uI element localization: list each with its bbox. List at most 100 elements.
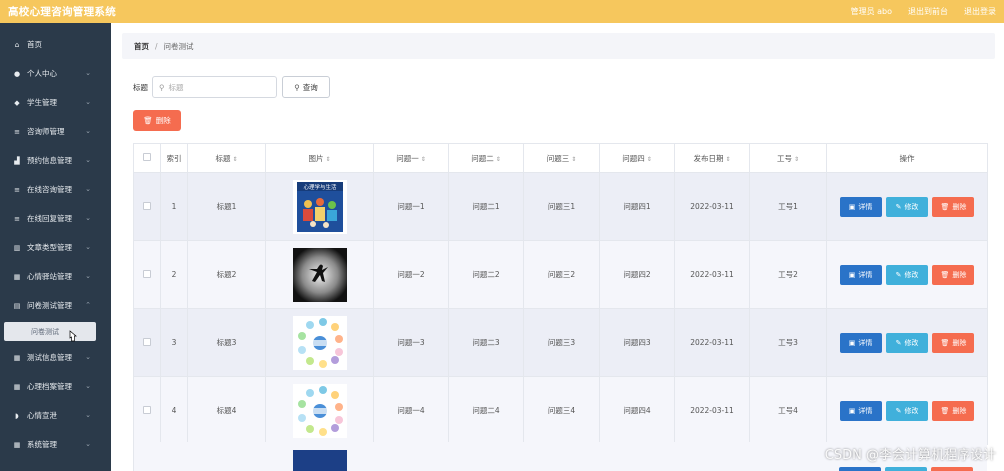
sidebar-item-counselors[interactable]: ≡ 咨询师管理 ⌄ bbox=[0, 117, 111, 146]
q3-cell: 问题三3 bbox=[523, 308, 600, 377]
grid-icon: ▦ bbox=[13, 272, 21, 281]
sidebar-item-questionnaire[interactable]: ▤ 问卷测试管理 ⌃ bbox=[0, 291, 111, 320]
emotion-icons-image[interactable] bbox=[292, 383, 347, 438]
search-input[interactable]: ⚲ 标题 bbox=[152, 76, 277, 98]
edit-button[interactable]: ✎ 修改 bbox=[886, 196, 928, 217]
column-header-image[interactable]: 图片 ⇕ bbox=[265, 143, 374, 173]
sort-icon[interactable]: ⇕ bbox=[421, 156, 426, 163]
delete-button[interactable]: 🗑 删除 bbox=[932, 264, 975, 285]
sidebar-item-personal[interactable]: ● 个人中心 ⌄ bbox=[0, 59, 111, 88]
top-bar: 高校心理咨询管理系统 管理员 abo 退出到前台 退出登录 bbox=[0, 0, 1004, 23]
q2-cell: 问题二1 bbox=[448, 172, 524, 241]
date-cell: 2022-03-11 bbox=[674, 308, 750, 377]
home-icon: ⌂ bbox=[14, 40, 20, 49]
batch-delete-button[interactable]: 🗑 删除 bbox=[133, 110, 181, 131]
column-header-q3[interactable]: 问题三 ⇕ bbox=[523, 143, 600, 173]
sort-icon[interactable]: ⇕ bbox=[496, 156, 501, 163]
query-button[interactable]: ⚲ 查询 bbox=[282, 76, 330, 98]
q2-cell: 问题二3 bbox=[448, 308, 524, 377]
breadcrumb-home[interactable]: 首页 bbox=[134, 41, 149, 52]
row-thumbnail-partial bbox=[293, 450, 347, 471]
detail-button-partial[interactable] bbox=[839, 467, 881, 471]
column-header-q1[interactable]: 问题一 ⇕ bbox=[373, 143, 449, 173]
delete-button[interactable]: 🗑 删除 bbox=[932, 400, 975, 421]
chevron-down-icon: ⌄ bbox=[85, 440, 91, 448]
detail-button[interactable]: ▣ 详情 bbox=[839, 264, 882, 285]
to-front-link[interactable]: 退出到前台 bbox=[908, 6, 948, 17]
chevron-down-icon: ⌄ bbox=[85, 98, 91, 106]
sidebar: ⌂ 首页 ● 个人中心 ⌄ ◆ 学生管理 ⌄ ≡ 咨询师管理 ⌄ ▟ 预约信息管… bbox=[0, 23, 111, 471]
q2-cell: 问题二4 bbox=[448, 376, 524, 445]
sidebar-item-label: 心情驿站管理 bbox=[27, 272, 72, 281]
column-header-q2[interactable]: 问题二 ⇕ bbox=[448, 143, 524, 173]
sidebar-item-online-consult[interactable]: ≡ 在线咨询管理 ⌄ bbox=[0, 175, 111, 204]
sidebar-item-label: 心情宣泄 bbox=[27, 411, 57, 420]
row-checkbox[interactable] bbox=[143, 337, 151, 346]
sidebar-subitem-questionnaire-test[interactable]: 问卷测试 bbox=[4, 322, 96, 342]
select-all-checkbox[interactable] bbox=[143, 153, 151, 161]
sidebar-item-online-reply[interactable]: ≡ 在线回复管理 ⌄ bbox=[0, 204, 111, 233]
detail-button[interactable]: ▣ 详情 bbox=[839, 196, 882, 217]
sort-icon[interactable]: ⇕ bbox=[325, 156, 330, 163]
column-header-title[interactable]: 标题 ⇕ bbox=[187, 143, 266, 173]
edit-button[interactable]: ✎ 修改 bbox=[886, 400, 928, 421]
row-checkbox[interactable] bbox=[143, 201, 151, 210]
book-cover-image[interactable]: 心理学与生活 bbox=[292, 179, 347, 234]
detail-button[interactable]: ▣ 详情 bbox=[839, 332, 882, 353]
sidebar-item-mood-station[interactable]: ▦ 心情驿站管理 ⌄ bbox=[0, 262, 111, 291]
delete-button[interactable]: 🗑 删除 bbox=[932, 196, 975, 217]
index-cell: 2 bbox=[160, 240, 188, 309]
delete-label: 删除 bbox=[952, 406, 967, 415]
q1-cell: 问题一4 bbox=[373, 376, 449, 445]
sort-icon[interactable]: ⇕ bbox=[794, 156, 799, 163]
table-header-row: 索引 标题 ⇕ 图片 ⇕ 问题一 ⇕ 问题二 ⇕ 问题三 ⇕ 问题四 ⇕ 发布日期 ⇕ 工号 ⇕… bbox=[133, 143, 988, 173]
index-cell: 1 bbox=[160, 172, 188, 241]
sidebar-item-home[interactable]: ⌂ 首页 bbox=[0, 30, 111, 59]
book-title-text: 心理学与生活 bbox=[303, 183, 337, 191]
q1-cell: 问题一2 bbox=[373, 240, 449, 309]
logout-link[interactable]: 退出登录 bbox=[964, 6, 996, 17]
user-icon: ● bbox=[13, 69, 21, 78]
app-title: 高校心理咨询管理系统 bbox=[8, 6, 116, 18]
dancer-silhouette-image[interactable] bbox=[292, 247, 347, 302]
row-checkbox[interactable] bbox=[143, 405, 151, 414]
column-header-date[interactable]: 发布日期 ⇕ bbox=[674, 143, 750, 173]
search-bar: 标题 ⚲ 标题 ⚲ 查询 bbox=[133, 76, 330, 98]
sidebar-item-psych-records[interactable]: ▦ 心理档案管理 ⌄ bbox=[0, 372, 111, 401]
trash-icon: 🗑 bbox=[940, 338, 950, 347]
detail-button[interactable]: ▣ 详情 bbox=[839, 400, 882, 421]
edit-label: 修改 bbox=[904, 202, 919, 211]
delete-button[interactable]: 🗑 删除 bbox=[932, 332, 975, 353]
sidebar-item-mood-vent[interactable]: ◗ 心情宣泄 ⌄ bbox=[0, 401, 111, 430]
column-header-work-no[interactable]: 工号 ⇕ bbox=[749, 143, 827, 173]
sort-icon[interactable]: ⇕ bbox=[647, 156, 652, 163]
main-content: 首页 / 问卷测试 标题 ⚲ 标题 ⚲ 查询 🗑 删除 索引 标题⇕ 图片⇕ bbox=[111, 23, 1004, 471]
edit-button[interactable]: ✎ 修改 bbox=[886, 264, 928, 285]
edit-button[interactable]: ✎ 修改 bbox=[886, 332, 928, 353]
sort-icon[interactable]: ⇕ bbox=[232, 156, 237, 163]
sort-icon[interactable]: ⇕ bbox=[725, 156, 730, 163]
column-header-q4[interactable]: 问题四 ⇕ bbox=[599, 143, 675, 173]
user-label: 管理员 abo bbox=[850, 7, 892, 16]
delete-button-partial[interactable] bbox=[931, 467, 973, 471]
list-icon: ≡ bbox=[14, 214, 20, 223]
sidebar-item-students[interactable]: ◆ 学生管理 ⌄ bbox=[0, 88, 111, 117]
sidebar-item-appointments[interactable]: ▟ 预约信息管理 ⌄ bbox=[0, 146, 111, 175]
breadcrumb-separator: / bbox=[155, 41, 158, 51]
detail-icon: ▣ bbox=[848, 406, 856, 415]
sort-icon[interactable]: ⇕ bbox=[571, 156, 576, 163]
edit-button-partial[interactable] bbox=[885, 467, 927, 471]
sidebar-item-test-info[interactable]: ▦ 测试信息管理 ⌄ bbox=[0, 343, 111, 372]
table-row: 1 标题1 心理学与生活 问题一1 问题二1 问题三1 问题四1 2022-03… bbox=[133, 172, 988, 241]
sidebar-item-system[interactable]: ▦ 系统管理 ⌄ bbox=[0, 430, 111, 459]
grid-icon: ▦ bbox=[13, 382, 21, 391]
row-checkbox[interactable] bbox=[143, 269, 151, 278]
search-icon: ⚲ bbox=[294, 82, 300, 92]
emotion-icons-image[interactable] bbox=[292, 315, 347, 370]
sidebar-item-label: 文章类型管理 bbox=[27, 243, 72, 252]
header-label: 图片 bbox=[308, 153, 324, 163]
detail-label: 详情 bbox=[858, 202, 873, 211]
chevron-down-icon: ⌄ bbox=[85, 185, 91, 193]
sidebar-item-article-types[interactable]: ▥ 文章类型管理 ⌄ bbox=[0, 233, 111, 262]
header-label: 操作 bbox=[899, 153, 915, 163]
